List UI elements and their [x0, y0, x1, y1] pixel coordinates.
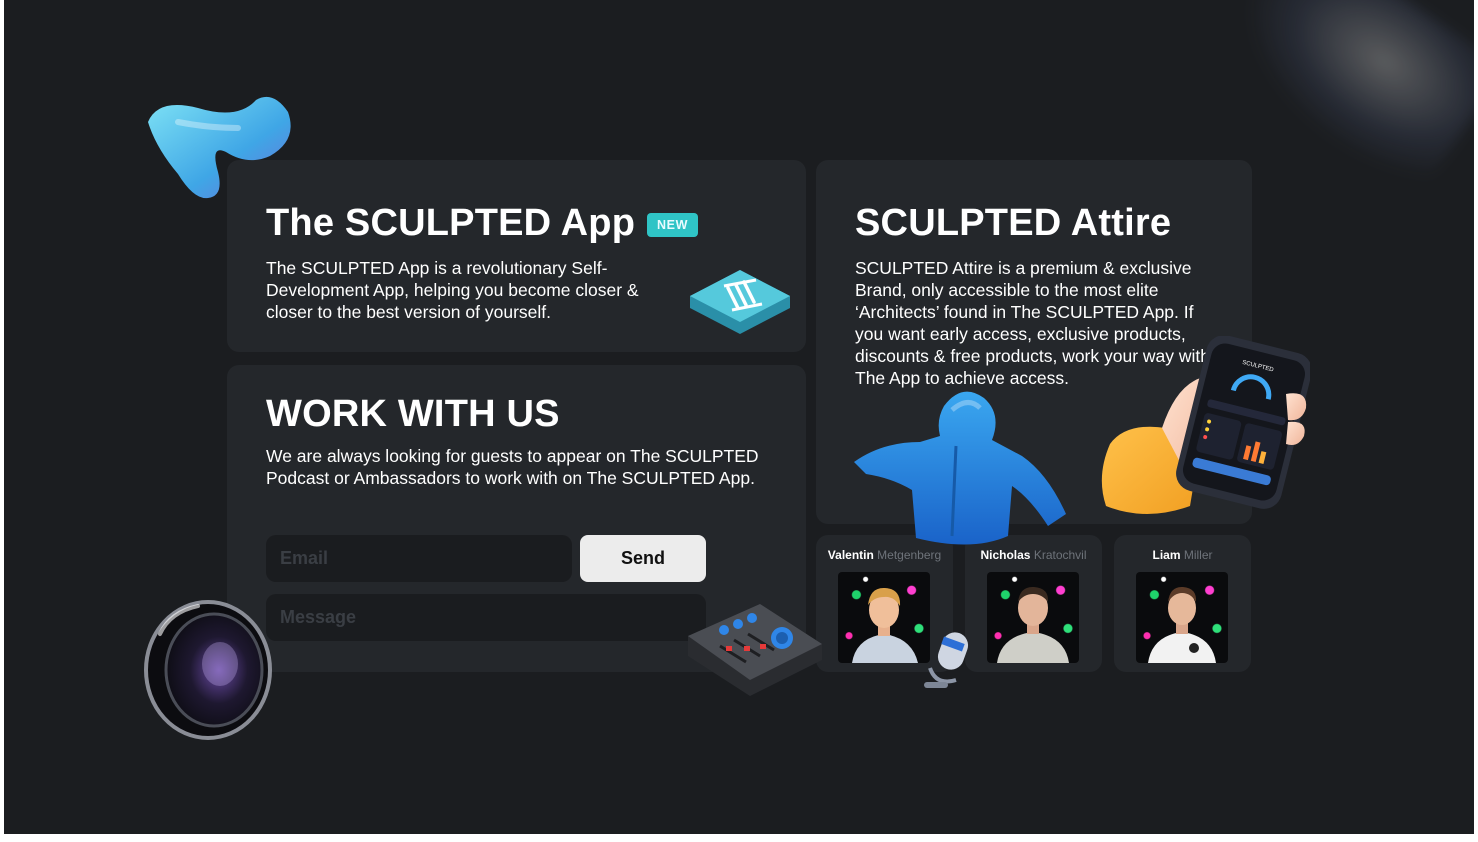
microphone-3d-icon: [924, 632, 969, 688]
squiggle-3d-icon: [148, 96, 291, 199]
hand-phone-3d-icon: SCULPTED: [1101, 336, 1310, 514]
person-card[interactable]: Nicholas Kratochvil: [965, 535, 1102, 672]
sculpted-logo-tile-icon: [690, 270, 790, 334]
person-card[interactable]: Liam Miller: [1114, 535, 1251, 672]
work-card-description: We are always looking for guests to appe…: [266, 446, 759, 488]
person-photo: [987, 572, 1079, 663]
app-card-description: The SCULPTED App is a revolutionary Self…: [266, 258, 639, 322]
email-field[interactable]: [266, 535, 572, 582]
person-name: Liam Miller: [1152, 548, 1213, 562]
new-badge: NEW: [647, 213, 698, 237]
message-field[interactable]: [266, 594, 706, 641]
send-button[interactable]: Send: [580, 535, 706, 582]
person-photo: [1136, 572, 1228, 663]
hoodie-3d-icon: [854, 391, 1066, 545]
mixer-3d-icon: [688, 604, 822, 696]
page-stage: The SCULPTED App NEW The SCULPTED App is…: [4, 0, 1474, 834]
app-card-title: The SCULPTED App: [266, 202, 636, 244]
work-card-title: WORK WITH US: [266, 393, 560, 435]
lens-3d-icon: [144, 600, 272, 740]
attire-card-title: SCULPTED Attire: [855, 202, 1172, 244]
